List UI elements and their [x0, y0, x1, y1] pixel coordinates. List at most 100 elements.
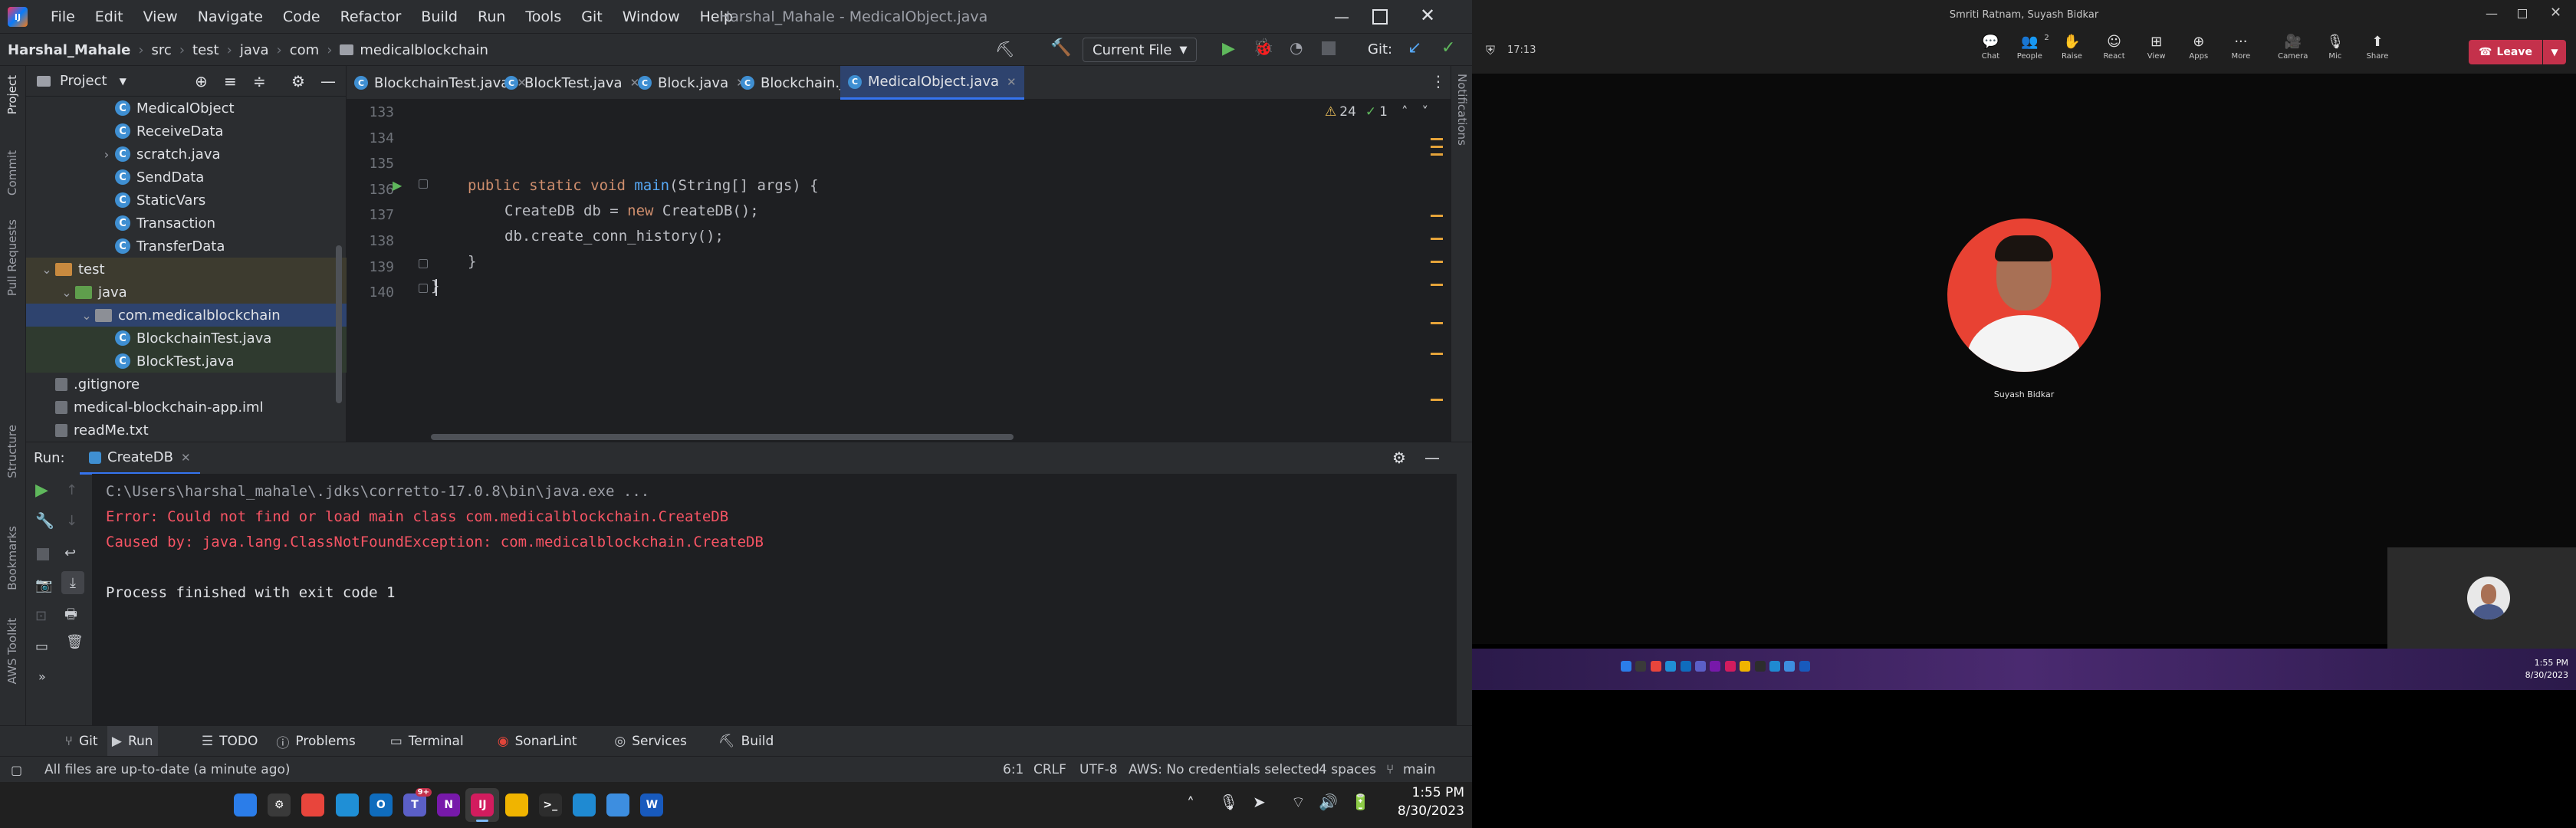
chevron-down-icon[interactable]: ˅	[1421, 104, 1428, 120]
menu-file[interactable]: File	[51, 8, 75, 25]
stripe-structure[interactable]: Structure	[5, 425, 19, 478]
camera-icon[interactable]: 📷	[35, 577, 52, 593]
tree-item[interactable]: readMe.txt	[26, 419, 347, 442]
intellij-icon[interactable]: IJ	[465, 788, 500, 822]
tool-tab-sonarlint[interactable]: ◉ SonarLint	[498, 726, 577, 757]
file-explorer-icon[interactable]	[500, 788, 534, 822]
fold-icon[interactable]	[419, 284, 428, 293]
tree-item[interactable]: ⌄ com.medicalblockchain	[26, 304, 347, 327]
breadcrumb-item[interactable]: medicalblockchain	[360, 42, 488, 58]
tool-tab-todo[interactable]: ☰ TODO	[202, 726, 258, 757]
clock-date[interactable]: 8/30/2023	[1388, 803, 1464, 819]
battery-icon[interactable]: 🔋	[1351, 793, 1370, 811]
minimize-icon[interactable]: —	[1334, 8, 1349, 26]
menu-run[interactable]: Run	[478, 8, 505, 25]
hide-icon[interactable]: —	[1424, 449, 1440, 467]
breadcrumb-item[interactable]: test	[192, 42, 219, 58]
console-output[interactable]: C:\Users\harshal_mahale\.jdks\corretto-1…	[92, 474, 1457, 725]
tree-item[interactable]: C SendData	[26, 166, 347, 189]
teams-raise-button[interactable]: ✋ Raise	[2060, 34, 2083, 69]
leave-button[interactable]: ☎ Leave	[2469, 40, 2542, 64]
soft-wrap-icon[interactable]: ↩	[64, 545, 76, 561]
notifications-tab[interactable]: Notifications	[1455, 74, 1469, 146]
chevron-up-icon[interactable]: ˄	[1187, 794, 1194, 813]
teams-mic-button[interactable]: 🎙 Mic	[2324, 34, 2347, 69]
close-icon[interactable]: ✕	[1420, 5, 1435, 26]
volume-icon[interactable]: 🔊	[1319, 793, 1338, 811]
restore-icon[interactable]	[2518, 9, 2527, 18]
settings-icon[interactable]: ⚙	[262, 788, 296, 822]
line-separator[interactable]: CRLF	[1033, 757, 1066, 783]
tree-item[interactable]: › Cscratch.java	[26, 143, 347, 166]
trash-icon[interactable]: 🗑	[66, 634, 84, 650]
intellij-icon[interactable]: IJ	[8, 7, 28, 27]
teams-share-button[interactable]: ⬆ Share	[2366, 34, 2389, 69]
stripe-project[interactable]: Project	[5, 75, 19, 114]
git-commit-icon[interactable]: ✓	[1441, 38, 1455, 58]
git-update-icon[interactable]: ↙	[1408, 38, 1421, 58]
teams-react-button[interactable]: ☺ React	[2103, 34, 2126, 69]
chrome-icon[interactable]	[296, 788, 330, 822]
stripe-aws-toolkit[interactable]: AWS Toolkit	[5, 618, 19, 684]
rerun-icon[interactable]: ▶	[35, 481, 48, 500]
menu-edit[interactable]: Edit	[95, 8, 123, 25]
stop-icon[interactable]	[37, 548, 49, 560]
fold-icon[interactable]	[419, 179, 428, 189]
teams-camera-button[interactable]: 🎥 Camera	[2278, 34, 2308, 69]
chevron-up-icon[interactable]: ˄	[1401, 104, 1408, 120]
run-tab[interactable]: CreateDB ✕	[80, 442, 200, 475]
code-line-136[interactable]: public static void main(String[] args) {	[468, 177, 819, 194]
fold-icon[interactable]	[419, 259, 428, 268]
file-encoding[interactable]: UTF-8	[1079, 757, 1118, 783]
stripe-pull-requests[interactable]: Pull Requests	[5, 219, 19, 296]
locate-icon[interactable]: ⊕	[195, 72, 208, 90]
teams-more-button[interactable]: ··· More	[2229, 34, 2252, 69]
tree-item[interactable]: C BlockTest.java	[26, 350, 347, 373]
debug-icon[interactable]: 🐞	[1253, 38, 1273, 58]
tree-scrollbar[interactable]	[336, 245, 342, 403]
wifi-icon[interactable]: ⌔	[1291, 793, 1306, 812]
minimize-icon[interactable]: —	[2486, 6, 2498, 21]
run-icon[interactable]: ▶	[1222, 39, 1235, 58]
tool-tab-problems[interactable]: ⓘ Problems	[276, 726, 355, 757]
tree-item[interactable]: C MedicalObject	[26, 97, 347, 120]
gear-icon[interactable]: ⚙	[291, 72, 305, 90]
close-tab-icon[interactable]: ✕	[1007, 75, 1017, 89]
stripe-bookmarks[interactable]: Bookmarks	[5, 526, 19, 590]
speaker-avatar[interactable]	[1947, 219, 2101, 372]
clock-time[interactable]: 1:55 PM	[1400, 785, 1465, 800]
tree-item[interactable]: C BlockchainTest.java	[26, 327, 347, 350]
breadcrumb-item[interactable]: Harshal_Mahale	[8, 42, 130, 58]
word-icon[interactable]: W	[635, 788, 669, 822]
menu-tools[interactable]: Tools	[525, 8, 561, 25]
add-config-icon[interactable]: ⛏	[995, 40, 1014, 58]
code-line-137[interactable]: CreateDB db = new CreateDB();	[504, 202, 759, 219]
layout-icon[interactable]: ▭	[35, 639, 48, 655]
editor-tab[interactable]: C BlockTest.java ✕	[497, 66, 647, 100]
tree-item[interactable]: ⌄ java	[26, 281, 347, 304]
scroll-up-icon[interactable]: ↑	[66, 482, 77, 498]
tree-item[interactable]: .gitignore	[26, 373, 347, 396]
breadcrumb-item[interactable]: src	[152, 42, 172, 58]
coverage-icon[interactable]: ◔	[1290, 38, 1303, 57]
stop-icon[interactable]	[1322, 41, 1336, 55]
leave-options-button[interactable]: ▼	[2543, 40, 2566, 64]
menu-navigate[interactable]: Navigate	[198, 8, 263, 25]
editor-area[interactable]	[347, 100, 1451, 442]
git-branch[interactable]: main	[1403, 757, 1435, 783]
tree-item[interactable]: C Transaction	[26, 212, 347, 235]
menu-view[interactable]: View	[143, 8, 178, 25]
terminal-icon[interactable]: >_	[534, 788, 567, 822]
teams-apps-button[interactable]: ⊕ Apps	[2187, 34, 2210, 69]
windows-start-icon[interactable]	[228, 788, 262, 822]
tool-tab-terminal[interactable]: ▭ Terminal	[390, 726, 464, 757]
print-icon[interactable]: 🖶	[64, 605, 77, 628]
menu-refactor[interactable]: Refactor	[340, 8, 402, 25]
onenote-icon[interactable]: N	[432, 788, 465, 822]
code-line-138[interactable]: db.create_conn_history();	[504, 228, 724, 245]
menu-git[interactable]: Git	[581, 8, 602, 25]
expand-all-icon[interactable]: ≡	[224, 72, 237, 90]
run-config-select[interactable]: Current File ▼	[1083, 38, 1198, 62]
more-tabs-icon[interactable]: ⋮	[1431, 72, 1446, 90]
gear-icon[interactable]: ⚙	[1392, 449, 1406, 467]
